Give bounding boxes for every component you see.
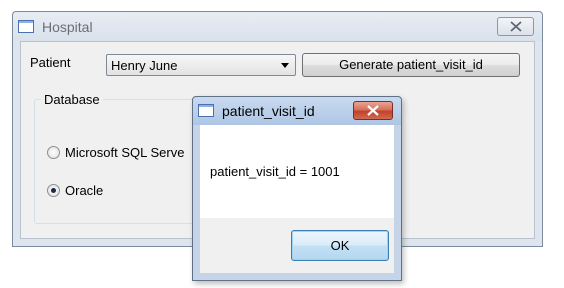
generate-patient-visit-id-button[interactable]: Generate patient_visit_id <box>302 53 520 77</box>
chevron-down-icon <box>281 63 289 68</box>
dialog-message: patient_visit_id = 1001 <box>210 164 340 179</box>
dialog-footer: OK <box>200 218 394 273</box>
main-titlebar[interactable]: Hospital <box>13 12 542 41</box>
dialog-titlebar[interactable]: patient_visit_id <box>193 97 401 125</box>
close-icon <box>509 21 522 32</box>
patient-label: Patient <box>30 55 71 70</box>
dialog-title: patient_visit_id <box>222 103 315 119</box>
radio-dot <box>51 188 56 193</box>
patient-visit-id-dialog: patient_visit_id patient_visit_id = 1001… <box>192 96 402 281</box>
radio-sql-server[interactable]: Microsoft SQL Serve <box>47 145 184 160</box>
patient-select[interactable]: Henry June <box>106 54 296 76</box>
patient-select-value: Henry June <box>111 58 178 73</box>
radio-oracle[interactable]: Oracle <box>47 183 103 198</box>
main-close-button[interactable] <box>497 17 534 36</box>
dialog-body: patient_visit_id = 1001 <box>200 125 394 218</box>
main-window-title: Hospital <box>42 19 93 35</box>
radio-sql-server-label: Microsoft SQL Serve <box>65 145 185 160</box>
database-group-legend: Database <box>41 92 103 107</box>
radio-oracle-label: Oracle <box>65 183 104 198</box>
window-icon <box>18 20 34 33</box>
close-icon <box>367 105 379 116</box>
dialog-close-button[interactable] <box>353 101 393 120</box>
window-icon <box>198 104 214 117</box>
radio-button[interactable] <box>47 146 60 159</box>
radio-button-selected[interactable] <box>47 184 60 197</box>
ok-button[interactable]: OK <box>291 230 389 261</box>
